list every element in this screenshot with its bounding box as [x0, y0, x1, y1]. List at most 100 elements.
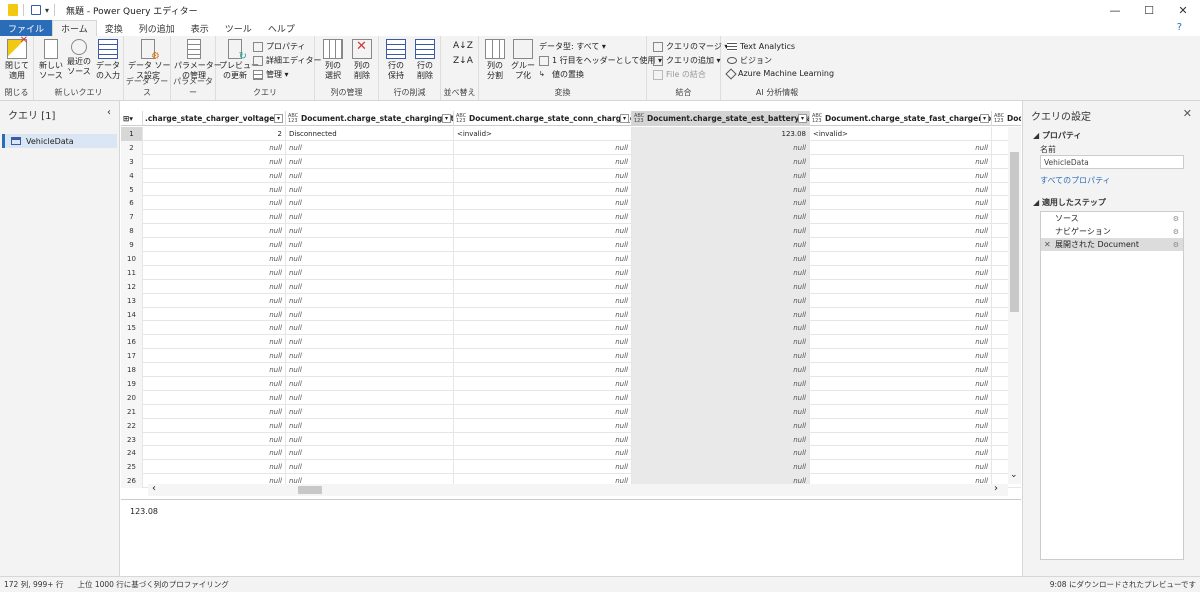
table-cell[interactable]: 2: [143, 127, 286, 141]
recent-source-button[interactable]: 最近の ソース: [66, 39, 92, 77]
row-number[interactable]: 11: [121, 265, 143, 280]
first-row-header-button[interactable]: 1 行目をヘッダーとして使用 ▾: [539, 55, 662, 66]
row-number[interactable]: 24: [121, 446, 143, 461]
table-cell[interactable]: null: [810, 182, 992, 197]
table-cell[interactable]: null: [286, 279, 454, 294]
table-cell[interactable]: null: [632, 377, 810, 391]
row-number[interactable]: 21: [121, 404, 143, 419]
row-number[interactable]: 8: [121, 224, 143, 239]
tab-tools[interactable]: ツール: [217, 20, 260, 36]
type-abc123-icon[interactable]: ABC 123: [812, 113, 822, 124]
group-by-button[interactable]: グルー プ化: [510, 39, 536, 81]
table-cell[interactable]: null: [632, 168, 810, 183]
save-icon[interactable]: [31, 5, 41, 15]
scroll-down-icon[interactable]: ⌄: [1010, 470, 1018, 480]
row-number[interactable]: 5: [121, 182, 143, 197]
table-cell[interactable]: null: [632, 252, 810, 266]
properties-button[interactable]: プロパティ: [253, 41, 306, 52]
row-number[interactable]: 19: [121, 377, 143, 391]
table-cell[interactable]: null: [286, 238, 454, 253]
tab-help[interactable]: ヘルプ: [260, 20, 303, 36]
table-cell[interactable]: null: [143, 460, 286, 475]
tab-view[interactable]: 表示: [183, 20, 217, 36]
table-cell[interactable]: null: [286, 404, 454, 419]
merge-queries-button[interactable]: クエリのマージ ▾: [653, 41, 728, 52]
table-cell[interactable]: null: [632, 321, 810, 336]
table-cell[interactable]: null: [810, 238, 992, 253]
table-cell[interactable]: null: [286, 265, 454, 280]
table-cell[interactable]: null: [143, 321, 286, 336]
table-cell[interactable]: null: [143, 418, 286, 433]
table-cell[interactable]: null: [143, 238, 286, 253]
table-cell[interactable]: null: [632, 307, 810, 322]
step-navigation[interactable]: ナビゲーション ⚙: [1041, 225, 1183, 238]
table-cell[interactable]: null: [454, 182, 632, 197]
table-cell[interactable]: null: [143, 210, 286, 225]
table-cell[interactable]: null: [143, 404, 286, 419]
manage-button[interactable]: 管理 ▾: [253, 69, 289, 80]
row-number[interactable]: 17: [121, 349, 143, 364]
table-cell[interactable]: null: [632, 390, 810, 405]
remove-columns-button[interactable]: ✕ 列の 削除: [348, 39, 376, 81]
text-analytics-button[interactable]: Text Analytics: [727, 41, 795, 51]
table-cell[interactable]: null: [143, 335, 286, 350]
data-type-dropdown[interactable]: データ型: すべて ▾: [539, 41, 606, 52]
properties-section[interactable]: ◢ プロパティ: [1033, 130, 1081, 141]
table-cell[interactable]: null: [632, 182, 810, 197]
table-cell[interactable]: null: [810, 377, 992, 391]
table-cell[interactable]: null: [810, 265, 992, 280]
table-cell[interactable]: null: [286, 349, 454, 364]
vision-button[interactable]: ビジョン: [727, 55, 772, 66]
table-cell[interactable]: null: [143, 140, 286, 155]
filter-dropdown-icon[interactable]: ▾: [442, 114, 451, 123]
remove-rows-button[interactable]: 行の 削除: [411, 39, 439, 81]
table-cell[interactable]: null: [286, 460, 454, 475]
table-cell[interactable]: null: [454, 154, 632, 169]
horizontal-scrollbar[interactable]: ‹ ›: [148, 483, 1008, 496]
table-cell[interactable]: null: [143, 432, 286, 447]
help-icon[interactable]: ?: [1177, 22, 1182, 33]
filter-dropdown-icon[interactable]: ▾: [798, 114, 807, 123]
new-source-button[interactable]: 新しい ソース: [38, 39, 64, 81]
table-cell[interactable]: null: [143, 293, 286, 308]
table-cell[interactable]: null: [454, 363, 632, 378]
filter-dropdown-icon[interactable]: ▾: [980, 114, 989, 123]
table-cell[interactable]: null: [632, 460, 810, 475]
table-cell[interactable]: 123.08: [632, 127, 810, 141]
table-cell[interactable]: null: [810, 293, 992, 308]
table-cell[interactable]: null: [286, 196, 454, 211]
table-cell[interactable]: null: [454, 210, 632, 225]
query-item-vehicledata[interactable]: VehicleData: [2, 134, 117, 148]
table-cell[interactable]: null: [454, 140, 632, 155]
table-cell[interactable]: null: [143, 390, 286, 405]
row-number[interactable]: 18: [121, 363, 143, 378]
table-cell[interactable]: null: [632, 432, 810, 447]
select-all-icon[interactable]: ⊞▾: [121, 111, 143, 126]
gear-icon[interactable]: ⚙: [1173, 215, 1179, 223]
collapse-pane-icon[interactable]: ‹: [107, 107, 111, 122]
column-header[interactable]: ABC 123 Document.charge_state_est_battery…: [632, 111, 810, 126]
table-cell[interactable]: null: [810, 168, 992, 183]
table-cell[interactable]: null: [286, 140, 454, 155]
table-cell[interactable]: null: [454, 390, 632, 405]
table-cell[interactable]: null: [286, 418, 454, 433]
table-cell[interactable]: null: [454, 293, 632, 308]
table-cell[interactable]: null: [143, 265, 286, 280]
table-cell[interactable]: null: [632, 335, 810, 350]
table-cell[interactable]: null: [810, 390, 992, 405]
quick-access-dropdown-icon[interactable]: ▾: [45, 6, 49, 15]
row-number[interactable]: 6: [121, 196, 143, 211]
minimize-button[interactable]: —: [1098, 0, 1132, 20]
table-cell[interactable]: null: [454, 196, 632, 211]
type-abc123-icon[interactable]: ABC 123: [994, 113, 1004, 124]
table-cell[interactable]: null: [632, 238, 810, 253]
row-number[interactable]: 7: [121, 210, 143, 225]
table-cell[interactable]: null: [454, 377, 632, 391]
table-cell[interactable]: null: [286, 307, 454, 322]
row-number[interactable]: 2: [121, 140, 143, 155]
type-abc123-icon[interactable]: ABC 123: [634, 113, 644, 124]
table-cell[interactable]: null: [286, 210, 454, 225]
table-cell[interactable]: null: [454, 446, 632, 461]
table-cell[interactable]: null: [286, 363, 454, 378]
table-cell[interactable]: null: [632, 446, 810, 461]
